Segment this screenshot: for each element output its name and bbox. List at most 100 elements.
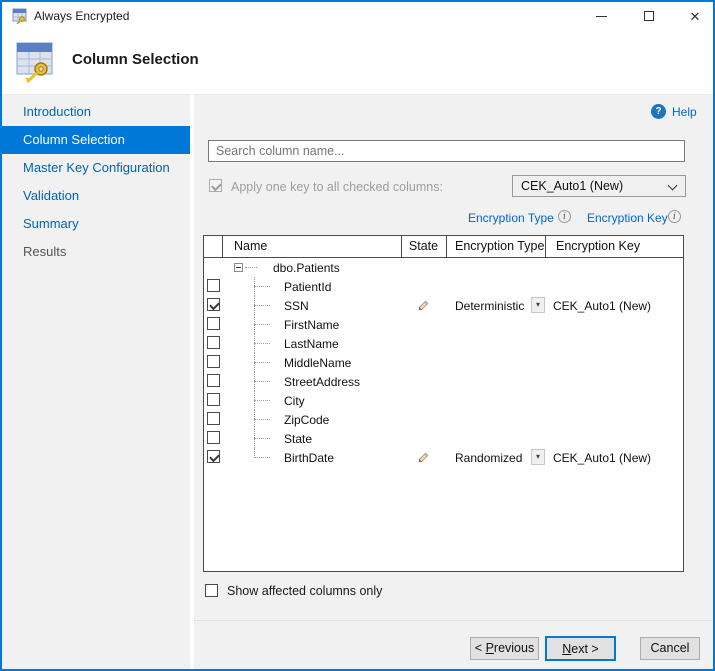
window-title: Always Encrypted: [34, 9, 129, 23]
help-icon: ?: [651, 104, 666, 119]
column-name: PatientId: [284, 280, 331, 294]
row-checkbox-streetaddress[interactable]: [207, 374, 220, 387]
row-checkbox-lastname[interactable]: [207, 336, 220, 349]
column-header-encryption-key: Encryption Key: [556, 239, 640, 253]
table-row-ssn[interactable]: SSN Deterministic ▾ CEK_Auto1 (New): [204, 296, 683, 315]
sidebar-item-master-key-configuration[interactable]: Master Key Configuration: [2, 154, 190, 182]
tree-collapse-icon[interactable]: [234, 263, 243, 272]
column-name: BirthDate: [284, 451, 334, 465]
state-cell: [401, 450, 446, 464]
table-row-streetaddress[interactable]: StreetAddress: [204, 372, 683, 391]
tree-branch-line: [254, 362, 270, 363]
sidebar-item-validation[interactable]: Validation: [2, 182, 190, 210]
row-checkbox-birthdate[interactable]: [207, 450, 220, 463]
tree-branch-line: [254, 400, 270, 401]
state-cell: [401, 298, 446, 312]
cek-dropdown-value: CEK_Auto1 (New): [521, 179, 623, 193]
cek-dropdown[interactable]: CEK_Auto1 (New): [512, 175, 686, 197]
header-divider: [446, 236, 447, 257]
row-checkbox-patientid[interactable]: [207, 279, 220, 292]
tree-branch-line: [254, 438, 270, 439]
table-row-firstname[interactable]: FirstName: [204, 315, 683, 334]
encryption-type-dropdown-button[interactable]: ▾: [531, 297, 545, 313]
encryption-key-value[interactable]: CEK_Auto1 (New): [553, 299, 651, 313]
encryption-type-value[interactable]: Deterministic: [455, 299, 524, 313]
table-row-patientid[interactable]: PatientId: [204, 277, 683, 296]
column-header-state: State: [401, 239, 446, 253]
column-selection-table-key-icon: [14, 40, 56, 84]
sidebar-item-introduction[interactable]: Introduction: [2, 98, 190, 126]
table-group-row: dbo.Patients: [204, 258, 683, 277]
show-affected-columns-checkbox[interactable]: [205, 584, 218, 597]
tree-branch-line: [254, 305, 270, 306]
encryption-type-dropdown-button[interactable]: ▾: [531, 449, 545, 465]
table-row-state[interactable]: State: [204, 429, 683, 448]
row-checkbox-zipcode[interactable]: [207, 412, 220, 425]
tree-branch-line: [254, 457, 270, 458]
columns-table: Name State Encryption Type Encryption Ke…: [203, 235, 684, 572]
header-divider: [545, 236, 546, 257]
encryption-type-link[interactable]: Encryption Type: [468, 211, 554, 225]
column-name: SSN: [284, 299, 309, 313]
minimize-icon: [596, 16, 607, 17]
table-row-city[interactable]: City: [204, 391, 683, 410]
help-link[interactable]: ? Help: [651, 104, 697, 119]
footer-divider: [194, 620, 713, 621]
table-row-zipcode[interactable]: ZipCode: [204, 410, 683, 429]
column-name: FirstName: [284, 318, 339, 332]
wizard-header: Column Selection: [2, 30, 713, 95]
apply-one-key-checkbox: [209, 179, 222, 192]
column-name: State: [284, 432, 312, 446]
sidebar-item-results: Results: [2, 238, 190, 266]
tree-branch-line: [254, 343, 270, 344]
column-name: MiddleName: [284, 356, 351, 370]
encryption-type-info-icon[interactable]: i: [558, 210, 571, 223]
table-row-lastname[interactable]: LastName: [204, 334, 683, 353]
wizard-steps-sidebar: Introduction Column Selection Master Key…: [2, 95, 190, 669]
sidebar-item-column-selection[interactable]: Column Selection: [2, 126, 190, 154]
row-checkbox-firstname[interactable]: [207, 317, 220, 330]
column-header-encryption-type: Encryption Type: [455, 239, 544, 253]
cancel-button[interactable]: Cancel: [640, 637, 700, 660]
minimize-button[interactable]: [584, 2, 618, 30]
encryption-type-value[interactable]: Randomized: [455, 451, 522, 465]
table-row-middlename[interactable]: MiddleName: [204, 353, 683, 372]
tree-branch-line: [254, 381, 270, 382]
row-checkbox-middlename[interactable]: [207, 355, 220, 368]
row-checkbox-ssn[interactable]: [207, 298, 220, 311]
app-table-key-icon: [12, 8, 28, 24]
maximize-icon: [644, 11, 654, 21]
tree-branch-line: [254, 286, 270, 287]
column-name: StreetAddress: [284, 375, 360, 389]
row-checkbox-state[interactable]: [207, 431, 220, 444]
table-header-row: Name State Encryption Type Encryption Ke…: [204, 236, 683, 258]
table-row-birthdate[interactable]: BirthDate Randomized ▾ CEK_Auto1 (New): [204, 448, 683, 467]
row-checkbox-city[interactable]: [207, 393, 220, 406]
sidebar-item-summary[interactable]: Summary: [2, 210, 190, 238]
show-affected-columns-label: Show affected columns only: [227, 584, 382, 598]
group-label: dbo.Patients: [273, 261, 340, 275]
always-encrypted-wizard-window: Always Encrypted ✕ Column Selection Intr…: [0, 0, 715, 671]
maximize-button[interactable]: [632, 2, 666, 30]
column-name: City: [284, 394, 305, 408]
page-title: Column Selection: [72, 51, 199, 68]
column-name: LastName: [284, 337, 339, 351]
tree-branch-line: [245, 267, 257, 268]
title-bar: Always Encrypted ✕: [2, 2, 713, 30]
tree-branch-line: [254, 324, 270, 325]
previous-button[interactable]: < Previous: [470, 637, 539, 660]
apply-one-key-label: Apply one key to all checked columns:: [231, 180, 443, 194]
column-name: ZipCode: [284, 413, 329, 427]
edit-pencil-icon: [417, 298, 430, 312]
encryption-key-value[interactable]: CEK_Auto1 (New): [553, 451, 651, 465]
encryption-key-link[interactable]: Encryption Key: [587, 211, 668, 225]
help-label: Help: [672, 105, 697, 119]
header-divider: [222, 236, 223, 257]
close-button[interactable]: ✕: [678, 2, 712, 30]
next-button[interactable]: Next >: [545, 636, 616, 661]
encryption-key-info-icon[interactable]: i: [668, 210, 681, 223]
search-column-input[interactable]: [208, 140, 685, 162]
edit-pencil-icon: [417, 450, 430, 464]
tree-branch-line: [254, 419, 270, 420]
table-body: dbo.Patients PatientId SSN Deterministic ▾ CE…: [204, 258, 683, 467]
